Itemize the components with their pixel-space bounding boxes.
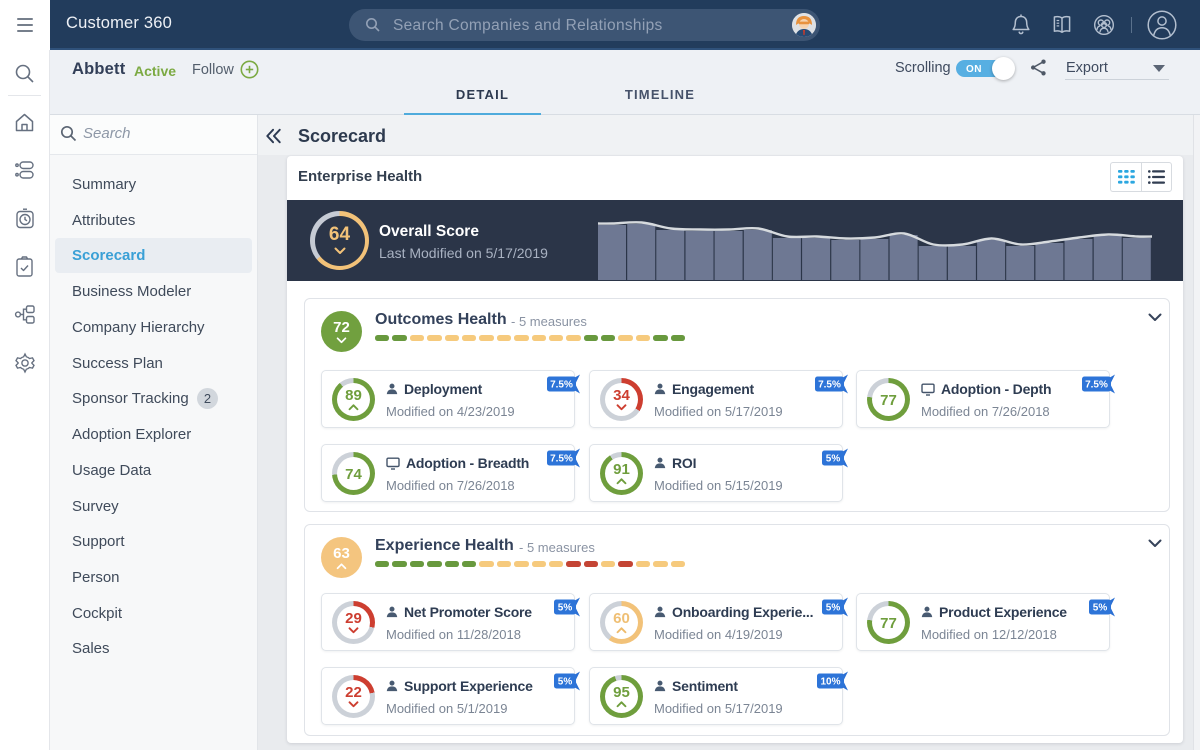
- svg-text:5%: 5%: [1093, 602, 1108, 613]
- svg-text:5%: 5%: [558, 602, 573, 613]
- svg-text:10%: 10%: [820, 676, 840, 687]
- svg-text:5%: 5%: [558, 676, 573, 687]
- svg-text:7.5%: 7.5%: [1085, 379, 1108, 390]
- svg-text:7.5%: 7.5%: [550, 379, 573, 390]
- svg-text:5%: 5%: [826, 453, 841, 464]
- svg-text:5%: 5%: [826, 602, 841, 613]
- svg-text:7.5%: 7.5%: [550, 453, 573, 464]
- svg-text:7.5%: 7.5%: [818, 379, 841, 390]
